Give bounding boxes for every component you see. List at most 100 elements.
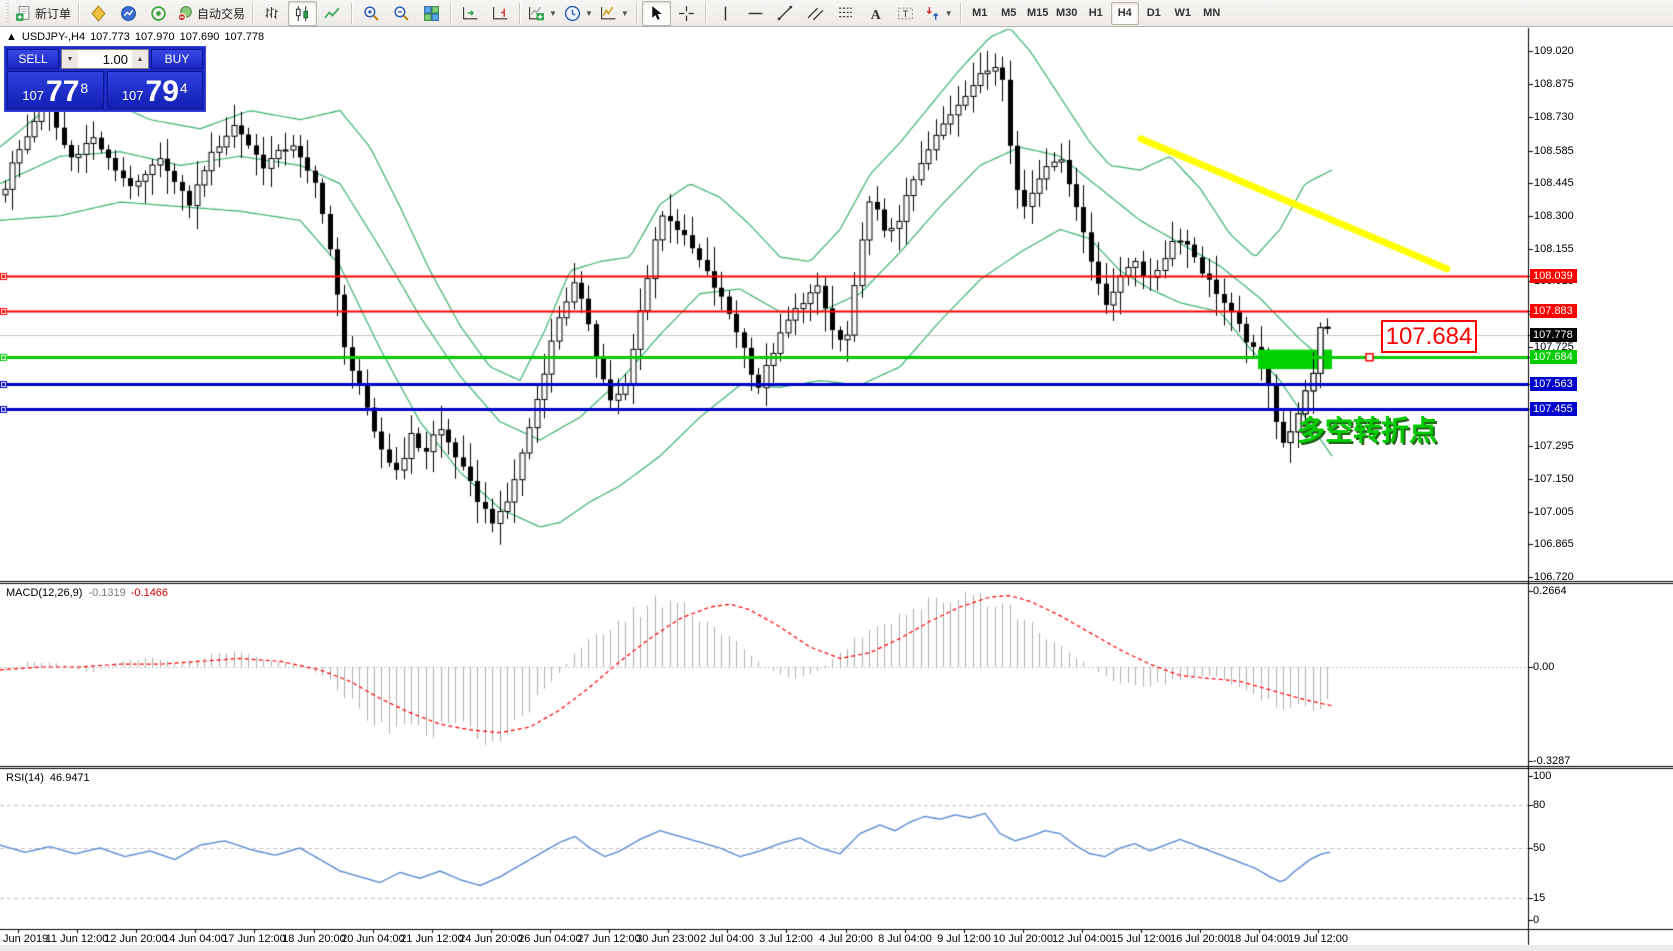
indicators-button[interactable]: ▼ <box>525 1 560 26</box>
horizontal-line-button[interactable] <box>741 1 770 26</box>
time-label: 27 Jun 12:00 <box>577 933 641 945</box>
auto-scroll-button[interactable] <box>456 1 485 26</box>
timeframe-MN[interactable]: MN <box>1198 2 1226 25</box>
line-chart-icon <box>324 5 341 22</box>
toolbar-separator <box>636 3 638 24</box>
time-label: 12 Jul 04:00 <box>1052 933 1112 945</box>
text-label-button[interactable]: T <box>891 1 920 26</box>
toolbar-separator <box>351 3 353 24</box>
volume-stepper: ▼ ▲ <box>61 49 149 69</box>
rsi-name: RSI(14) <box>6 772 44 784</box>
time-label: 16 Jul 20:00 <box>1170 933 1230 945</box>
volume-input[interactable] <box>78 50 132 68</box>
sell-price-box[interactable]: 107 77 8 <box>7 71 104 109</box>
signals-icon <box>150 5 167 22</box>
timeframe-M1[interactable]: M1 <box>966 2 994 25</box>
market-watch-icon <box>120 5 137 22</box>
trendline-button[interactable] <box>771 1 800 26</box>
buy-price-box[interactable]: 107 79 4 <box>107 71 204 109</box>
new-order-label: 新订单 <box>35 5 71 22</box>
timeframe-H4[interactable]: H4 <box>1111 2 1139 25</box>
price-tag-107.778: 107.778 <box>1530 328 1577 342</box>
sell-price-prefix: 107 <box>22 88 44 103</box>
timeframe-M30[interactable]: M30 <box>1053 2 1081 25</box>
bar-chart-button[interactable] <box>258 1 287 26</box>
volume-up-button[interactable]: ▲ <box>132 50 148 68</box>
line-chart-button[interactable] <box>318 1 347 26</box>
price-tag-107.684: 107.684 <box>1530 350 1577 364</box>
vertical-line-button[interactable] <box>711 1 740 26</box>
top-toolbar: 新订单自动交易▼▼▼AT▼M1M5M15M30H1H4D1W1MN <box>0 0 1673 27</box>
zoom-out-button[interactable] <box>387 1 416 26</box>
periods-button[interactable]: ▼ <box>561 1 596 26</box>
chart-shift-icon <box>492 5 509 22</box>
rsi-tick: 80 <box>1533 799 1545 811</box>
trendline-icon <box>777 5 794 22</box>
new-order-icon <box>15 5 32 22</box>
time-label: 4 Jul 20:00 <box>819 933 873 945</box>
timeframe-D1[interactable]: D1 <box>1140 2 1168 25</box>
price-tick: 106.865 <box>1534 538 1574 550</box>
horizontal-line-icon <box>747 5 764 22</box>
equidistant-channel-button[interactable] <box>801 1 830 26</box>
time-label: 8 Jul 04:00 <box>878 933 932 945</box>
price-tick: 108.730 <box>1534 111 1574 123</box>
svg-text:A: A <box>871 6 881 21</box>
volume-down-button[interactable]: ▼ <box>62 50 78 68</box>
price-tag-107.563: 107.563 <box>1530 377 1577 391</box>
ohlc-close: 107.778 <box>224 31 264 43</box>
periods-icon <box>564 5 581 22</box>
rsi-tick: 100 <box>1533 770 1551 782</box>
fibonacci-button[interactable] <box>831 1 860 26</box>
timeframe-M5[interactable]: M5 <box>995 2 1023 25</box>
price-tick: 108.155 <box>1534 243 1574 255</box>
buy-button[interactable]: BUY <box>151 49 203 69</box>
toolbar-separator <box>519 3 521 24</box>
zoom-in-button[interactable] <box>357 1 386 26</box>
equidistant-channel-icon <box>807 5 824 22</box>
macd-tick: 0.2664 <box>1533 585 1567 597</box>
sell-button[interactable]: SELL <box>7 49 59 69</box>
time-label: 15 Jul 12:00 <box>1111 933 1171 945</box>
price-callout-label[interactable]: 107.684 <box>1381 320 1477 353</box>
price-tag-107.883: 107.883 <box>1530 304 1577 318</box>
metaeditor-button[interactable] <box>84 1 113 26</box>
templates-button[interactable]: ▼ <box>597 1 632 26</box>
timeframe-M15[interactable]: M15 <box>1024 2 1052 25</box>
auto-trading-icon <box>177 5 194 22</box>
auto-trading-label: 自动交易 <box>197 5 245 22</box>
chart-shift-button[interactable] <box>486 1 515 26</box>
mt4-window: 新订单自动交易▼▼▼AT▼M1M5M15M30H1H4D1W1MN ▲USDJP… <box>0 0 1673 951</box>
signals-button[interactable] <box>144 1 173 26</box>
arrows-button[interactable]: ▼ <box>921 1 956 26</box>
cursor-button[interactable] <box>642 1 671 26</box>
new-order-button[interactable]: 新订单 <box>12 1 74 26</box>
price-tag-108.039: 108.039 <box>1530 269 1577 283</box>
chinese-annotation[interactable]: 多空转折点 <box>1297 409 1437 449</box>
rsi-label: RSI(14)46.9471 <box>6 772 90 784</box>
macd-label: MACD(12,26,9)-0.1319-0.1466 <box>6 587 168 599</box>
price-tick: 108.445 <box>1534 177 1574 189</box>
rsi-tick: 15 <box>1533 892 1545 904</box>
crosshair-button[interactable] <box>672 1 701 26</box>
timeframe-H1[interactable]: H1 <box>1082 2 1110 25</box>
candlestick-icon <box>294 5 311 22</box>
auto-trading-button[interactable]: 自动交易 <box>174 1 248 26</box>
price-tick: 108.875 <box>1534 78 1574 90</box>
time-label: 3 Jul 12:00 <box>759 933 813 945</box>
toolbar-grip <box>6 3 9 23</box>
timeframe-W1[interactable]: W1 <box>1169 2 1197 25</box>
indicators-icon <box>528 5 545 22</box>
market-watch-button[interactable] <box>114 1 143 26</box>
toolbar-separator <box>450 3 452 24</box>
tile-windows-button[interactable] <box>417 1 446 26</box>
templates-icon <box>600 5 617 22</box>
collapse-arrow-icon[interactable]: ▲ <box>6 31 17 43</box>
candlestick-button[interactable] <box>288 1 317 26</box>
chevron-down-icon: ▼ <box>945 9 953 18</box>
sell-price-big: 77 <box>46 79 79 105</box>
text-button[interactable]: A <box>861 1 890 26</box>
time-label: 2 Jul 04:00 <box>700 933 754 945</box>
price-chart-canvas[interactable] <box>0 27 1673 951</box>
macd-tick: -0.3287 <box>1533 755 1570 767</box>
